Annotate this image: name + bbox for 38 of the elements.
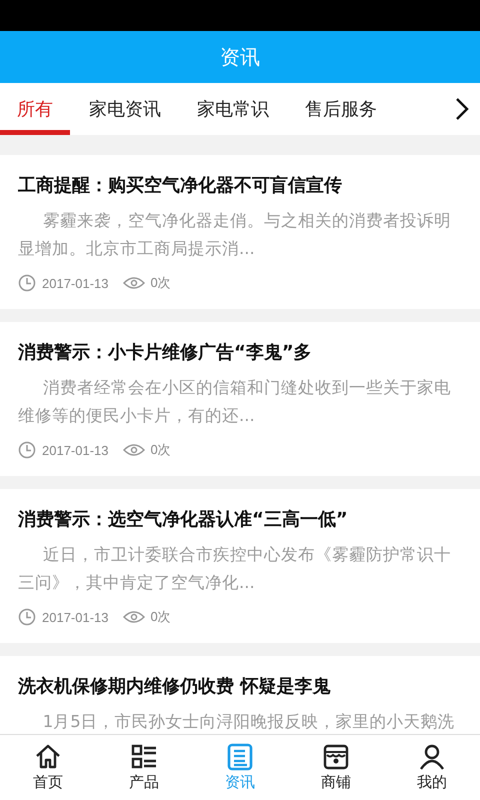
article-title: 消费警示：选空气净化器认准“三高一低” bbox=[18, 508, 349, 532]
clock-icon bbox=[18, 441, 36, 459]
article-title: 洗衣机保修期内维修仍收费 怀疑是李鬼 bbox=[18, 675, 332, 699]
article-title: 消费警示：小卡片维修广告“李鬼”多 bbox=[18, 341, 313, 365]
home-icon bbox=[34, 743, 62, 771]
category-tab[interactable]: 售后服务 bbox=[288, 83, 394, 135]
eye-icon bbox=[122, 276, 144, 290]
page-title: 资讯 bbox=[0, 31, 480, 83]
view-count: 0次 bbox=[150, 608, 171, 626]
nav-tab[interactable]: 商铺 bbox=[288, 735, 384, 800]
profile-icon bbox=[418, 743, 446, 771]
nav-tab[interactable]: 首页 bbox=[0, 735, 96, 800]
article-summary: 1月5日，市民孙女士向浔阳晚报反映，家里的小天鹅洗 bbox=[42, 711, 456, 733]
category-tab[interactable]: 家电常识 bbox=[180, 83, 286, 135]
article-summary: 消费者经常会在小区的信箱和门缝处收到一些关于家电维修等的便民小卡片，有的还... bbox=[18, 377, 452, 427]
nav-tab[interactable]: 产品 bbox=[96, 735, 192, 800]
news-icon bbox=[226, 743, 254, 771]
category-tab[interactable]: 家电资讯 bbox=[72, 83, 178, 135]
article-card[interactable]: 消费警示：选空气净化器认准“三高一低” 近日，市卫计委联合市疾控中心发布《雾霾防护常识十三问》，其中肯定了空气净化... 2017-01-13 0次 bbox=[0, 489, 480, 643]
clock-icon bbox=[18, 274, 36, 292]
article-summary: 近日，市卫计委联合市疾控中心发布《雾霾防护常识十三问》，其中肯定了空气净化... bbox=[18, 544, 452, 594]
clock-icon bbox=[18, 608, 36, 626]
view-count: 0次 bbox=[150, 274, 171, 292]
products-icon bbox=[130, 743, 158, 771]
article-summary: 雾霾来袭，空气净化器走俏。与之相关的消费者投诉明显增加。北京市工商局提示消... bbox=[18, 210, 452, 260]
category-tab[interactable]: 所有 bbox=[0, 83, 70, 135]
article-date: 2017-01-13 bbox=[42, 276, 108, 290]
article-date: 2017-01-13 bbox=[42, 610, 108, 624]
article-card[interactable]: 洗衣机保修期内维修仍收费 怀疑是李鬼 1月5日，市民孙女士向浔阳晚报反映，家里的小天鹅洗 bbox=[0, 656, 480, 734]
nav-tab[interactable]: 我的 bbox=[384, 735, 480, 800]
article-card[interactable]: 工商提醒：购买空气净化器不可盲信宣传 雾霾来袭，空气净化器走俏。与之相关的消费者投诉明显增加。北京市工商局提示消... 2017-01-13 0次 bbox=[0, 155, 480, 309]
view-count: 0次 bbox=[150, 441, 171, 459]
article-date: 2017-01-13 bbox=[42, 442, 108, 458]
eye-icon bbox=[122, 443, 144, 457]
eye-icon bbox=[122, 610, 144, 624]
shop-icon bbox=[322, 743, 350, 771]
article-card[interactable]: 消费警示：小卡片维修广告“李鬼”多 消费者经常会在小区的信箱和门缝处收到一些关于家电维修等的便民小卡片，有的还... 2017-01-13 0次 bbox=[0, 322, 480, 476]
article-title: 工商提醒：购买空气净化器不可盲信宣传 bbox=[18, 174, 343, 198]
